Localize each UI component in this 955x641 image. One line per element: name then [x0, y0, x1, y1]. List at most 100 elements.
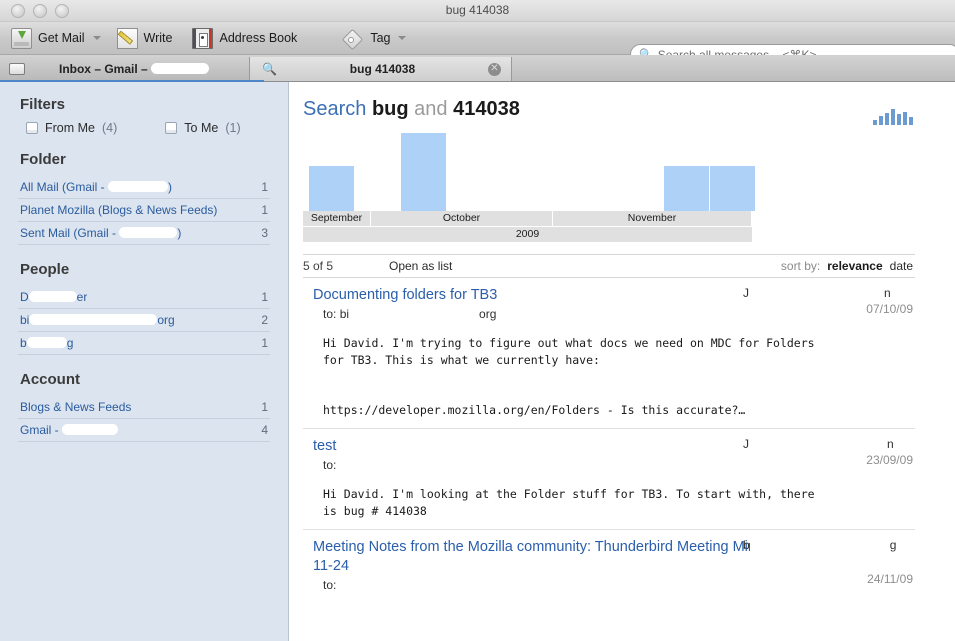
- result-sender: Jn: [743, 286, 891, 300]
- filter-to-me-label: To Me: [184, 121, 219, 135]
- search-word: Search: [303, 98, 367, 120]
- tab-bar: Inbox – Gmail – 🔍 bug 414038 ✕: [0, 55, 955, 82]
- timeline-bar[interactable]: [710, 166, 755, 211]
- facet-label: Planet Mozilla (Blogs & News Feeds): [20, 203, 218, 217]
- result-sender: Jn: [743, 437, 894, 452]
- facet-count: 1: [261, 336, 268, 350]
- timeline-bar[interactable]: [401, 133, 446, 211]
- search-icon: 🔍: [262, 62, 277, 76]
- facet-row-account-gmail[interactable]: Gmail - 4: [18, 419, 270, 442]
- tag-label: Tag: [370, 31, 391, 45]
- facet-label: Gmail -: [20, 423, 118, 437]
- close-icon[interactable]: ✕: [488, 62, 501, 76]
- main-toolbar: Get Mail Write Address Book Tag 🔍 Search…: [0, 22, 955, 65]
- address-book-icon: [192, 27, 214, 49]
- sidebar-section-people: People Der 1 bi org 2 bg 1: [18, 261, 270, 355]
- chevron-down-icon[interactable]: [92, 36, 101, 40]
- filter-from-me[interactable]: From Me (4): [26, 121, 117, 135]
- facet-label: Blogs & News Feeds: [20, 400, 132, 414]
- facet-count: 4: [261, 423, 268, 437]
- checkbox-icon[interactable]: [26, 122, 38, 134]
- result-date: 23/09/09: [866, 453, 913, 468]
- facet-row-person-3[interactable]: bg 1: [18, 332, 270, 355]
- axis-label-year: 2009: [303, 227, 752, 242]
- sort-controls: sort by: relevance date: [781, 259, 913, 273]
- tag-button[interactable]: Tag: [341, 24, 414, 52]
- result-date: 07/10/09: [866, 302, 913, 316]
- facet-label: bi org: [20, 313, 175, 327]
- compose-pencil-icon: [116, 27, 138, 49]
- facet-row-account-blogs[interactable]: Blogs & News Feeds 1: [18, 396, 270, 419]
- filters-row: From Me (4) To Me (1): [18, 121, 270, 135]
- window-title: bug 414038: [445, 3, 510, 17]
- redacted-account-name: [151, 63, 210, 74]
- timeline-month-axis: September October November: [303, 211, 752, 226]
- get-mail-button[interactable]: Get Mail: [9, 24, 109, 52]
- facet-label: All Mail (Gmail - ): [20, 180, 173, 194]
- redacted-text: [29, 314, 158, 325]
- facet-count: 1: [261, 203, 268, 217]
- results-count: 5 of 5: [303, 259, 334, 273]
- people-heading: People: [20, 261, 70, 278]
- address-book-button[interactable]: Address Book: [190, 24, 305, 52]
- timeline-bar[interactable]: [309, 166, 354, 211]
- page-title: Search bug and 414038: [303, 98, 915, 121]
- result-recipients: to:: [323, 578, 337, 593]
- filter-to-me-count: (1): [225, 121, 241, 135]
- result-snippet: Hi David. I'm looking at the Folder stuf…: [323, 487, 815, 518]
- window-body: Filters From Me (4) To Me (1) Folder All…: [0, 82, 955, 641]
- search-conjunction: and: [414, 98, 448, 120]
- get-mail-label: Get Mail: [38, 31, 85, 45]
- facet-row-folder-sent-mail[interactable]: Sent Mail (Gmail - ) 3: [18, 222, 270, 245]
- tag-icon: [343, 28, 364, 49]
- title-bar: bug 414038: [0, 0, 955, 22]
- open-as-list-link[interactable]: Open as list: [389, 259, 452, 273]
- write-label: Write: [143, 31, 173, 45]
- filter-to-me[interactable]: To Me (1): [165, 121, 241, 135]
- facet-count: 1: [261, 180, 268, 194]
- sidebar-section-folder: Folder All Mail (Gmail - ) 1 Planet Mozi…: [18, 151, 270, 245]
- result-recipients: to:: [323, 458, 337, 473]
- sort-by-relevance-button[interactable]: relevance: [827, 259, 882, 273]
- search-results-pane: Search bug and 414038 September October: [289, 82, 955, 641]
- search-result-item[interactable]: Meeting Notes from the Mozilla community…: [303, 530, 915, 602]
- facet-row-person-1[interactable]: Der 1: [18, 286, 270, 309]
- tab-active-indicator: [0, 80, 264, 82]
- checkbox-icon[interactable]: [165, 122, 178, 134]
- chevron-down-icon[interactable]: [398, 36, 407, 40]
- timeline-bar[interactable]: [664, 166, 709, 211]
- thunderbird-window: bug 414038 Get Mail Write Address Book T…: [0, 0, 955, 641]
- inbox-download-icon: [11, 27, 32, 49]
- search-term-2: 414038: [453, 98, 520, 120]
- facet-label: Sent Mail (Gmail - ): [20, 226, 182, 240]
- search-result-item[interactable]: Documenting folders for TB3 to: bi org Jn…: [303, 278, 915, 430]
- facet-row-folder-all-mail[interactable]: All Mail (Gmail - ) 1: [18, 176, 270, 199]
- sort-by-date-button[interactable]: date: [890, 259, 913, 273]
- redacted-text: [62, 424, 118, 435]
- facet-label: Der: [20, 290, 88, 304]
- sidebar-section-account: Account Blogs & News Feeds 1 Gmail - 4: [18, 371, 270, 442]
- facet-row-folder-planet-mozilla[interactable]: Planet Mozilla (Blogs & News Feeds) 1: [18, 199, 270, 222]
- search-result-item[interactable]: test to: Jn 23/09/09 Hi David. I'm looki…: [303, 429, 915, 531]
- bar-chart-toggle-icon[interactable]: [873, 109, 913, 125]
- redacted-text: [119, 227, 178, 238]
- facets-sidebar: Filters From Me (4) To Me (1) Folder All…: [0, 82, 289, 641]
- facet-count: 3: [261, 226, 268, 240]
- facet-count: 1: [261, 400, 268, 414]
- filters-heading: Filters: [20, 96, 66, 113]
- folder-heading: Folder: [20, 151, 66, 168]
- redacted-text: [108, 181, 169, 192]
- sidebar-section-filters: Filters From Me (4) To Me (1): [18, 96, 270, 135]
- axis-tick-september: September: [303, 211, 371, 226]
- tab-inbox-gmail[interactable]: Inbox – Gmail –: [0, 57, 250, 81]
- tab-search-bug-414038[interactable]: 🔍 bug 414038 ✕: [250, 57, 512, 81]
- write-button[interactable]: Write: [115, 24, 181, 52]
- facet-count: 2: [261, 313, 268, 327]
- address-book-label: Address Book: [219, 31, 298, 45]
- facet-count: 1: [261, 290, 268, 304]
- search-term-1: bug: [371, 98, 409, 120]
- results-timeline-chart[interactable]: September October November 2009: [303, 133, 755, 242]
- redacted-text: [26, 337, 67, 348]
- facet-label: bg: [20, 336, 74, 350]
- facet-row-person-2[interactable]: bi org 2: [18, 309, 270, 332]
